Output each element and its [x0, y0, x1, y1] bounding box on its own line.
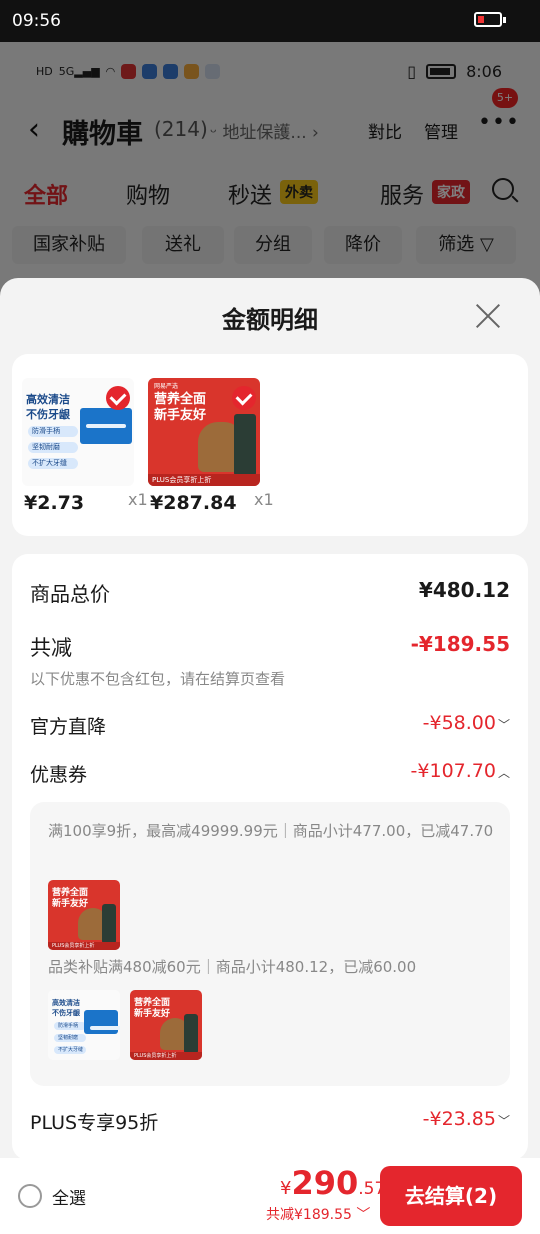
device-time: 09:56	[12, 11, 61, 31]
food-bag-graphic	[102, 904, 116, 944]
chevron-down-icon: ﹀	[356, 1207, 371, 1223]
image-text: 网易严选	[154, 383, 179, 390]
image-text: 高效清洁	[26, 393, 70, 406]
image-text: 坚韧耐磨	[54, 1034, 86, 1042]
image-text: 新手友好	[52, 899, 89, 909]
selected-check-icon	[232, 386, 256, 410]
floss-pack-graphic	[80, 408, 132, 444]
plus-discount-row[interactable]: -¥23.85 ﹀	[423, 1108, 510, 1130]
coupon-row[interactable]: -¥107.70 ︿	[411, 760, 510, 782]
coupon-rule: 品类补贴满480减60元｜商品小计480.12，已减60.00	[48, 958, 417, 976]
price-details-card: 商品总价 ¥480.12 共减 -¥189.55 以下优惠不包含红包，请在结算页…	[12, 554, 528, 1160]
image-text: 防滑手柄	[54, 1022, 86, 1030]
reduction-note: 以下优惠不包含红包，请在结算页查看	[30, 670, 286, 688]
product-quantity: x1	[128, 490, 148, 509]
price-detail-sheet: 金额明细 高效清洁 不伤牙龈 防滑手柄 坚韧耐磨 不扩大牙缝 ¥2.73 x1 网…	[0, 278, 540, 1234]
image-text: 新手友好	[154, 408, 207, 423]
image-text: 不扩大牙缝	[28, 458, 78, 469]
total-amount: ¥290.57	[280, 1164, 385, 1202]
chevron-down-icon: ﹀	[497, 718, 510, 732]
image-text: 营养全面	[52, 888, 89, 898]
coupon-product-thumb: 营养全面 新手友好 PLUS会员享折上折	[130, 990, 202, 1060]
floss-pack-graphic	[84, 1010, 120, 1034]
official-discount-label: 官方直降	[30, 716, 107, 738]
official-discount-row[interactable]: -¥58.00 ﹀	[423, 712, 510, 734]
image-text: PLUS会员享折上折	[48, 942, 120, 950]
select-all-label[interactable]: 全選	[52, 1184, 86, 1209]
chevron-down-icon: ﹀	[497, 1114, 510, 1128]
currency-symbol: ¥	[280, 1178, 292, 1199]
coupon-details: 满100享9折，最高减49999.99元｜商品小计477.00，已减47.70 …	[30, 802, 510, 1086]
coupon-product-thumb: 高效清洁 不伤牙龈 防滑手柄 坚韧耐磨 不扩大牙缝	[48, 990, 120, 1060]
image-text: 营养全面	[154, 392, 207, 407]
total-price-label: 商品总价	[30, 582, 110, 606]
product-item[interactable]: 网易严选 营养全面 新手友好 PLUS会员享折上折 ¥287.84 x1	[148, 378, 274, 514]
close-icon[interactable]	[474, 302, 502, 330]
total-reduction-value: -¥189.55	[410, 632, 510, 656]
image-text: PLUS会员享折上折	[130, 1052, 202, 1060]
food-bag-graphic	[184, 1014, 198, 1054]
image-text: 新手友好	[134, 1009, 171, 1019]
chevron-up-icon: ︿	[497, 766, 510, 780]
battery-tip-icon	[503, 17, 506, 23]
device-status-bar: 09:56	[0, 0, 540, 42]
image-text: 不伤牙龈	[26, 408, 70, 421]
battery-low-icon	[474, 12, 502, 27]
discount-summary-text: 共减¥189.55	[266, 1207, 352, 1223]
checkout-button[interactable]: 去结算(2)	[380, 1166, 522, 1226]
product-quantity: x1	[254, 490, 274, 509]
total-reduction-label: 共减	[30, 636, 72, 660]
image-text: 营养全面	[134, 998, 171, 1008]
sheet-title: 金额明细	[222, 306, 318, 334]
image-text: 坚韧耐磨	[28, 442, 78, 453]
selected-check-icon	[106, 386, 130, 410]
coupon-value: -¥107.70	[410, 760, 496, 782]
coupon-rule: 满100享9折，最高减49999.99元｜商品小计477.00，已减47.70	[48, 822, 494, 840]
checkout-bar: 全選 ¥290.57 共减¥189.55 ﹀ 去结算(2)	[0, 1158, 540, 1234]
product-price: ¥287.84	[150, 492, 237, 514]
total-integer: 290	[291, 1164, 359, 1202]
discount-summary[interactable]: 共减¥189.55 ﹀	[266, 1204, 370, 1224]
image-text: 不伤牙龈	[52, 1008, 80, 1017]
image-text: 不扩大牙缝	[54, 1046, 86, 1054]
image-text: 防滑手柄	[28, 426, 78, 437]
plus-discount-label: PLUS专享95折	[30, 1112, 159, 1134]
image-text: PLUS会员享折上折	[148, 474, 260, 486]
product-item[interactable]: 高效清洁不伤牙龈 防滑手柄 坚韧耐磨 不扩大牙缝 ¥2.73 x1	[22, 378, 148, 514]
official-discount-value: -¥58.00	[422, 712, 496, 734]
selected-products-card: 高效清洁不伤牙龈 防滑手柄 坚韧耐磨 不扩大牙缝 ¥2.73 x1 网易严选 营…	[12, 354, 528, 536]
coupon-product-thumb: 营养全面 新手友好 PLUS会员享折上折	[48, 880, 120, 950]
coupon-label: 优惠券	[30, 764, 88, 786]
product-price: ¥2.73	[24, 492, 85, 514]
select-all-radio[interactable]	[18, 1184, 42, 1208]
food-bag-graphic	[234, 414, 256, 476]
total-price-value: ¥480.12	[418, 578, 510, 602]
image-text: 高效清洁	[52, 998, 80, 1007]
plus-discount-value: -¥23.85	[422, 1108, 496, 1130]
